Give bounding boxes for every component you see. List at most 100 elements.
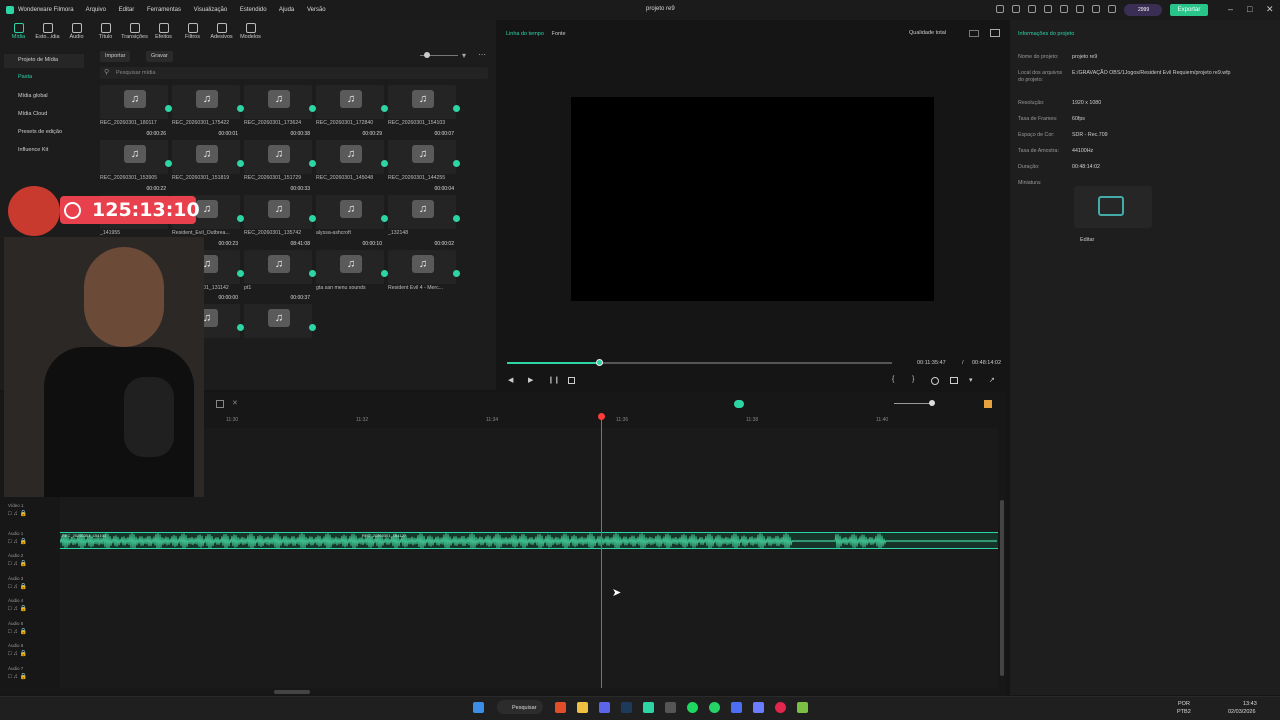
media-item[interactable]: ♫ 08:41:08 pt1 bbox=[244, 241, 316, 298]
tab-efeitos[interactable]: Efeitos bbox=[149, 20, 178, 46]
sidebar-item-presets[interactable]: Presets de edição bbox=[18, 129, 62, 135]
sidebar-item-projeto-midia[interactable]: Projeto de Mídia bbox=[18, 57, 58, 63]
track-controls[interactable]: □ ♫ 🔒 bbox=[8, 650, 66, 657]
maximize-icon[interactable]: □ bbox=[1247, 4, 1252, 14]
media-item[interactable]: ♫ 00:00:38 REC_20260301_151729 bbox=[244, 131, 316, 188]
sidebar-item-midia-global[interactable]: Mídia global bbox=[18, 93, 48, 99]
track-controls[interactable]: □ ♫ 🔒 bbox=[8, 538, 66, 545]
play-icon[interactable]: ▶ bbox=[528, 376, 533, 384]
playhead-knob[interactable] bbox=[598, 413, 605, 420]
clock-time[interactable]: 13:43 bbox=[1243, 701, 1257, 707]
track-header[interactable]: Vídeo 1 □ ♫ 🔒 bbox=[8, 503, 66, 517]
camera-icon[interactable] bbox=[950, 377, 958, 384]
track-header[interactable]: Áudio 3 □ ♫ 🔒 bbox=[8, 576, 66, 590]
track-header[interactable]: Áudio 2 □ ♫ 🔒 bbox=[8, 553, 66, 567]
upload-icon[interactable] bbox=[1012, 5, 1020, 13]
playhead[interactable] bbox=[601, 414, 602, 688]
media-search-input[interactable]: ⚲ Pesquisar mídia bbox=[100, 67, 488, 79]
tab-timeline[interactable]: Linha do tempo bbox=[506, 31, 544, 37]
media-item[interactable]: ♫ 00:00:07 REC_20260301_144255 bbox=[388, 131, 460, 188]
volume-icon[interactable]: ▾ bbox=[969, 376, 973, 384]
prev-frame-icon[interactable]: ◀ bbox=[508, 376, 513, 384]
sidebar-item-midia-cloud[interactable]: Mídia Cloud bbox=[18, 111, 47, 117]
track-header[interactable]: Áudio 7 □ ♫ 🔒 bbox=[8, 666, 66, 680]
media-item[interactable]: ♫ REC_20260301_173624 bbox=[244, 85, 316, 133]
cloud-icon[interactable] bbox=[1076, 5, 1084, 13]
filter-icon[interactable]: ▾ bbox=[462, 51, 466, 60]
steam-icon[interactable] bbox=[621, 702, 632, 713]
notepad-icon[interactable] bbox=[797, 702, 808, 713]
media-item[interactable]: ♫ 00:00:10 gta san menu sounds bbox=[316, 241, 388, 298]
menu-versao[interactable]: Versão bbox=[307, 7, 326, 13]
audio-clip[interactable]: REC_20260301_154103 REC_20260301_154127 bbox=[60, 532, 998, 549]
tab-audio[interactable]: Áudio bbox=[62, 20, 91, 46]
track-header[interactable]: Áudio 6 □ ♫ 🔒 bbox=[8, 643, 66, 657]
track-header[interactable]: Áudio 5 □ ♫ 🔒 bbox=[8, 621, 66, 635]
opera-icon[interactable] bbox=[775, 702, 786, 713]
filmora-icon[interactable] bbox=[643, 702, 654, 713]
menu-estendido[interactable]: Estendido bbox=[240, 7, 267, 13]
more-icon[interactable]: ⋯ bbox=[478, 50, 486, 59]
obs-icon[interactable] bbox=[665, 702, 676, 713]
mark-out-icon[interactable]: } bbox=[912, 376, 914, 383]
quality-select[interactable]: Qualidade total bbox=[909, 30, 946, 36]
menu-editar[interactable]: Editar bbox=[119, 7, 135, 13]
track-header[interactable]: Áudio 4 □ ♫ 🔒 bbox=[8, 598, 66, 612]
track-header[interactable]: Áudio 1 □ ♫ 🔒 bbox=[8, 531, 66, 545]
crop-icon[interactable] bbox=[216, 400, 224, 408]
fullscreen-icon[interactable]: ↗ bbox=[989, 376, 995, 384]
tab-estoque-midia[interactable]: Esto...idia bbox=[33, 20, 62, 46]
timeline-vscrollbar[interactable] bbox=[1000, 500, 1004, 676]
settings-icon[interactable] bbox=[1092, 5, 1100, 13]
timeline-scrollbar[interactable] bbox=[274, 690, 310, 694]
credits-badge[interactable]: 2999 bbox=[1124, 4, 1162, 16]
grid-icon[interactable] bbox=[984, 400, 992, 408]
gift-icon[interactable] bbox=[996, 5, 1004, 13]
sidebar-item-influence-kit[interactable]: Influence Kit bbox=[18, 147, 48, 153]
track-controls[interactable]: □ ♫ 🔒 bbox=[8, 560, 66, 567]
stop-icon[interactable] bbox=[568, 377, 575, 384]
tab-source[interactable]: Fonte bbox=[551, 31, 565, 37]
media-item[interactable]: ♫ REC_20260301_172840 bbox=[316, 85, 388, 133]
snapshot-icon[interactable] bbox=[990, 29, 1000, 37]
screen-icon[interactable] bbox=[1028, 5, 1036, 13]
tab-filtros[interactable]: Filtros bbox=[178, 20, 207, 46]
media-item[interactable]: ♫ REC_20260301_175422 bbox=[172, 85, 244, 133]
track-controls[interactable]: □ ♫ 🔒 bbox=[8, 583, 66, 590]
edit-thumbnail-button[interactable]: Editar bbox=[1080, 237, 1094, 243]
windows-start-icon[interactable] bbox=[473, 702, 484, 713]
spotify-icon[interactable] bbox=[687, 702, 698, 713]
compare-icon[interactable] bbox=[969, 30, 979, 37]
vpn-icon[interactable] bbox=[731, 702, 742, 713]
media-item[interactable]: ♫ 00:00:29 REC_20260301_145048 bbox=[316, 131, 388, 188]
track-controls[interactable]: □ ♫ 🔒 bbox=[8, 605, 66, 612]
tab-adesivos[interactable]: Adesivos bbox=[207, 20, 236, 46]
whatsapp-icon[interactable] bbox=[709, 702, 720, 713]
timeline-zoom-knob[interactable] bbox=[929, 400, 935, 406]
close-icon[interactable]: ✕ bbox=[1266, 4, 1274, 15]
video-preview[interactable] bbox=[571, 97, 934, 301]
layout-icon[interactable] bbox=[1060, 5, 1068, 13]
app-icon[interactable] bbox=[753, 702, 764, 713]
mark-in-icon[interactable]: { bbox=[892, 376, 894, 383]
import-button[interactable]: Importar bbox=[100, 51, 131, 62]
menu-arquivo[interactable]: Arquivo bbox=[86, 7, 106, 13]
render-icon[interactable] bbox=[931, 377, 939, 385]
track-controls[interactable]: □ ♫ 🔒 bbox=[8, 673, 66, 680]
media-item[interactable]: ♫ REC_20260301_154103 bbox=[388, 85, 460, 133]
folder-icon[interactable] bbox=[577, 702, 588, 713]
pause-icon[interactable]: ❙❙ bbox=[548, 376, 560, 384]
sidebar-item-pasta[interactable]: Pasta bbox=[18, 74, 32, 80]
minimize-icon[interactable]: – bbox=[1228, 4, 1233, 14]
track-controls[interactable]: □ ♫ 🔒 bbox=[8, 628, 66, 635]
record-button[interactable]: Gravar bbox=[146, 51, 173, 62]
media-item[interactable]: ♫ REC_20260301_180117 bbox=[100, 85, 172, 133]
brave-icon[interactable] bbox=[555, 702, 566, 713]
split-icon[interactable]: ✕ bbox=[232, 399, 238, 407]
language-label[interactable]: POR bbox=[1178, 701, 1190, 707]
menu-ajuda[interactable]: Ajuda bbox=[279, 7, 294, 13]
tab-transicoes[interactable]: Transições bbox=[120, 20, 149, 46]
media-item[interactable]: ♫ 00:00:02 Resident Evil 4 - Merc... bbox=[388, 241, 460, 298]
timeline-zoom-slider[interactable] bbox=[894, 403, 934, 404]
notification-icon[interactable] bbox=[1108, 5, 1116, 13]
